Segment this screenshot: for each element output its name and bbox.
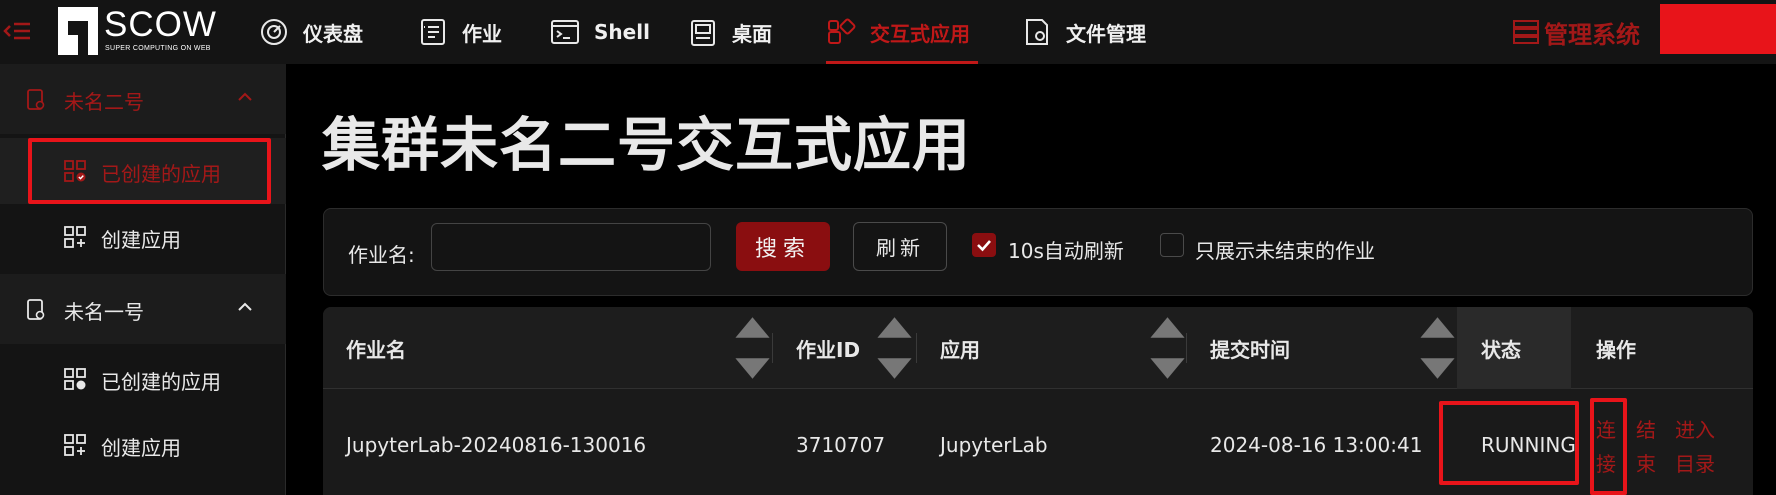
column-header-job-name[interactable]: 作业名 (346, 307, 406, 389)
dashboard-icon (261, 19, 287, 45)
chevron-up-icon (238, 302, 252, 311)
highlight-box (28, 138, 271, 204)
auto-refresh-label: 10s自动刷新 (1008, 239, 1124, 263)
only-unfinished-label: 只展示未结束的作业 (1195, 239, 1375, 263)
cell-job-id: 3710707 (796, 433, 886, 457)
open-directory-link[interactable]: 进入目录 (1675, 413, 1719, 481)
create-app-icon (64, 226, 86, 248)
create-app-icon (64, 434, 86, 456)
cell-app: JupyterLab (940, 433, 1048, 457)
admin-icon (1513, 20, 1539, 44)
sort-icon[interactable] (732, 307, 773, 389)
nav-dashboard[interactable]: 仪表盘 (259, 0, 363, 64)
sidebar-item-create-app[interactable]: 创建应用 (0, 412, 286, 478)
end-job-link[interactable]: 结束 (1636, 413, 1660, 481)
nav-dashboard-label: 仪表盘 (303, 21, 363, 46)
sort-icon[interactable] (874, 307, 915, 389)
sidebar-item-create-app[interactable]: 创建应用 (0, 204, 286, 270)
column-header-app[interactable]: 应用 (940, 307, 980, 389)
refresh-button[interactable]: 刷新 (853, 222, 947, 271)
sidebar-group-cluster-1[interactable]: 未名一号 (0, 274, 286, 344)
filter-bar: 作业名: 搜索 刷新 10s自动刷新 只展示未结束的作业 (323, 208, 1753, 296)
user-menu-redacted[interactable] (1660, 4, 1776, 54)
check-icon (977, 240, 991, 252)
column-divider (916, 333, 917, 363)
column-divider (1186, 333, 1187, 363)
search-button[interactable]: 搜索 (736, 222, 830, 271)
nav-interactive-apps-label: 交互式应用 (870, 21, 970, 46)
page-title: 集群未名二号交互式应用 (322, 111, 972, 179)
menu-toggle-icon[interactable] (0, 14, 34, 48)
logo-text: SCOW (104, 5, 217, 44)
file-icon (1026, 19, 1048, 45)
nav-file-manager[interactable]: 文件管理 (1022, 0, 1146, 64)
top-header: SCOW SUPER COMPUTING ON WEB 仪表盘 作业 Shell… (0, 0, 1776, 64)
nav-jobs-label: 作业 (462, 21, 502, 46)
created-apps-icon (64, 368, 86, 390)
sidebar-item-created-apps[interactable]: 已创建的应用 (0, 346, 286, 412)
admin-system-label: 管理系统 (1544, 20, 1640, 49)
logo-mark-icon (58, 7, 98, 55)
nav-file-manager-label: 文件管理 (1066, 21, 1146, 46)
column-header-submit-time[interactable]: 提交时间 (1210, 307, 1290, 389)
column-header-job-id[interactable]: 作业ID (796, 307, 860, 389)
sidebar-item-label: 创建应用 (101, 228, 181, 252)
nav-jobs[interactable]: 作业 (418, 0, 502, 64)
sidebar-group-label: 未名一号 (64, 300, 144, 324)
sort-icon[interactable] (1417, 307, 1458, 389)
cluster-icon (27, 89, 45, 110)
cell-submit-time: 2024-08-16 13:00:41 (1210, 433, 1423, 457)
only-unfinished-checkbox[interactable] (1160, 233, 1184, 257)
column-header-actions: 操作 (1596, 337, 1636, 362)
apps-icon (828, 18, 856, 44)
sidebar-item-label: 已创建的应用 (101, 370, 221, 394)
auto-refresh-checkbox[interactable] (972, 233, 996, 257)
job-name-label: 作业名: (348, 243, 415, 267)
highlight-box (1590, 398, 1627, 495)
nav-shell[interactable]: Shell (550, 0, 650, 64)
desktop-icon (691, 20, 715, 46)
sort-icon[interactable] (1147, 307, 1188, 389)
terminal-icon (551, 20, 579, 44)
sidebar-group-label: 未名二号 (64, 90, 144, 114)
job-name-input[interactable] (431, 223, 711, 271)
nav-desktop-label: 桌面 (732, 21, 772, 46)
column-divider (772, 333, 773, 363)
nav-desktop[interactable]: 桌面 (688, 0, 772, 64)
sidebar-item-label: 创建应用 (101, 436, 181, 460)
job-icon (421, 19, 445, 45)
column-header-status[interactable]: 状态 (1481, 307, 1521, 389)
highlight-box (1439, 401, 1579, 485)
scow-logo[interactable]: SCOW SUPER COMPUTING ON WEB (58, 5, 218, 57)
cell-job-name: JupyterLab-20240816-130016 (346, 433, 647, 457)
nav-interactive-apps[interactable]: 交互式应用 (826, 0, 978, 64)
table-header: 作业名 作业ID 应用 提交时间 状态 操作 (323, 307, 1753, 389)
sidebar-group-cluster-2[interactable]: 未名二号 (0, 64, 286, 134)
chevron-up-icon (238, 92, 252, 101)
cluster-icon (27, 299, 45, 320)
admin-system-link[interactable]: 管理系统 (1512, 10, 1640, 54)
sidebar: 未名二号 已创建的应用 创建应用 未名一号 已创建的应用 创建应用 (0, 64, 286, 495)
nav-shell-label: Shell (594, 20, 650, 44)
logo-subtitle: SUPER COMPUTING ON WEB (105, 45, 211, 52)
